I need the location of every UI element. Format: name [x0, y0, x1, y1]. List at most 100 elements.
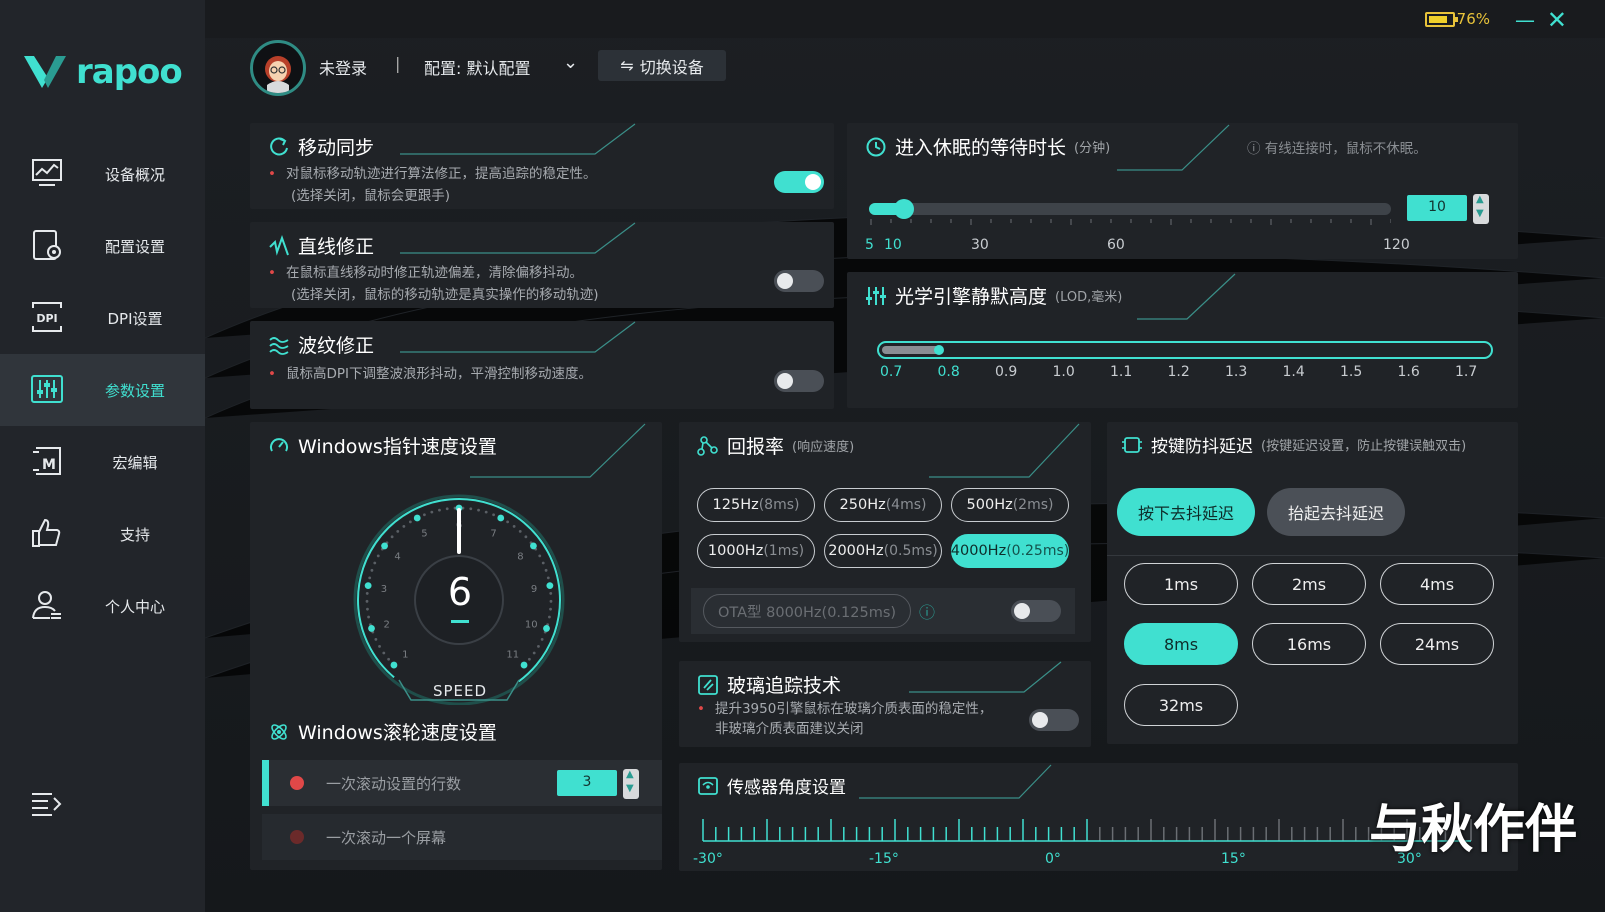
lod-tick-label[interactable]: 0.9: [995, 364, 1017, 380]
chevron-down-icon[interactable]: ⌄: [563, 52, 578, 73]
sidebar-item-overview[interactable]: 设备概况: [0, 138, 205, 210]
glass-toggle[interactable]: [1029, 709, 1079, 731]
lod-tick-label[interactable]: 1.5: [1340, 364, 1362, 380]
lod-tick-label[interactable]: 1.1: [1110, 364, 1132, 380]
dial-major-dot: [530, 542, 537, 550]
polling-8000hz-ota[interactable]: OTA型 8000Hz(0.125ms): [703, 594, 911, 628]
sidebar-item-params[interactable]: 参数设置: [0, 354, 205, 426]
dial-tick: [506, 520, 510, 524]
dial-tick: [524, 535, 528, 539]
glass-desc1: 提升3950引擎鼠标在玻璃介质表面的稳定性，: [714, 701, 993, 717]
polling-4000hz[interactable]: 4000Hz (0.25ms): [951, 534, 1069, 568]
ota-row: OTA型 8000Hz(0.125ms) ⓘ: [691, 588, 1075, 634]
minimize-icon[interactable]: —: [1515, 8, 1535, 32]
dial-major-dot: [364, 582, 372, 590]
header-slash-deco: [1137, 273, 1236, 320]
dial-tick: [408, 520, 412, 524]
avatar[interactable]: [250, 40, 306, 96]
release-debounce-button[interactable]: 抬起去抖延迟: [1267, 488, 1405, 536]
sliders-vertical-icon: [866, 286, 886, 305]
polling-500hz[interactable]: 500Hz (2ms): [951, 488, 1069, 522]
dial-tick: [549, 607, 552, 611]
dial-number: 1: [402, 650, 408, 661]
dial-tick: [374, 638, 378, 641]
wheel-lines-input[interactable]: 3: [557, 770, 617, 796]
polling-2000hz[interactable]: 2000Hz (0.5ms): [824, 534, 942, 568]
lod-tick-label[interactable]: 1.6: [1398, 364, 1420, 380]
config-icon: [33, 230, 61, 260]
ota-toggle[interactable]: [1011, 600, 1061, 622]
dial-major-dot: [368, 625, 375, 632]
header-separator: |: [395, 54, 401, 73]
sleep-value-input[interactable]: 10: [1407, 195, 1467, 221]
stepper-up-icon[interactable]: ▲: [626, 769, 634, 780]
lod-tick-label[interactable]: 1.0: [1053, 364, 1075, 380]
press-debounce-button[interactable]: 按下去抖延迟: [1117, 488, 1255, 536]
dial-number: 8: [517, 551, 523, 562]
motion-sync-toggle[interactable]: [774, 171, 824, 193]
dial-number: 10: [525, 619, 538, 630]
wheel-lines-stepper[interactable]: ▲ ▼: [623, 769, 639, 799]
stepper-up-icon[interactable]: ▲: [1476, 194, 1484, 205]
sidebar-item-label: 配置设置: [104, 237, 165, 256]
debounce-2ms[interactable]: 2ms: [1252, 563, 1366, 605]
polling-250hz[interactable]: 250Hz (4ms): [824, 488, 942, 522]
close-icon[interactable]: ✕: [1547, 6, 1567, 34]
dial-tick: [540, 638, 544, 641]
lod-tick-label[interactable]: 1.2: [1168, 364, 1190, 380]
sleep-stepper[interactable]: ▲ ▼: [1473, 194, 1489, 224]
dial-tick: [365, 592, 369, 595]
debounce-4ms[interactable]: 4ms: [1380, 563, 1494, 605]
sleep-note-text: 有线连接时，鼠标不休眠。: [1264, 141, 1427, 157]
lod-tick-label[interactable]: 1.3: [1225, 364, 1247, 380]
sleep-slider-track[interactable]: [869, 199, 1391, 219]
polling-125hz[interactable]: 125Hz (8ms): [697, 488, 815, 522]
svg-text:M: M: [42, 457, 56, 473]
motion-sync-desc: • 对鼠标移动轨迹进行算法修正，提高追踪的稳定性。 (选择关闭，鼠标会更跟手): [268, 163, 596, 207]
radio-unselected[interactable]: [290, 830, 304, 844]
dial-tick: [469, 507, 473, 511]
lod-tick-label[interactable]: 0.7: [880, 364, 902, 380]
sliders-icon: [31, 375, 63, 403]
dial-tick: [373, 561, 377, 565]
network-icon: [697, 435, 718, 456]
sleep-slider-handle[interactable]: [893, 199, 914, 219]
macro-icon: M: [33, 447, 61, 475]
debounce-1ms[interactable]: 1ms: [1124, 563, 1238, 605]
debounce-32ms[interactable]: 32ms: [1124, 684, 1238, 726]
dial-tick: [396, 529, 400, 533]
radio-selected[interactable]: [290, 776, 304, 790]
angle-tick-label: -15°: [869, 851, 899, 867]
brand-name: rapoo: [76, 52, 183, 92]
debounce-8ms[interactable]: 8ms: [1124, 623, 1238, 665]
sidebar-item-support[interactable]: 支持: [0, 498, 205, 570]
lod-slider-track[interactable]: [877, 341, 1493, 359]
login-status[interactable]: 未登录: [319, 55, 367, 79]
debounce-24ms[interactable]: 24ms: [1380, 623, 1494, 665]
collapse-menu-icon[interactable]: [30, 790, 62, 818]
sidebar-item-macro[interactable]: M 宏编辑: [0, 426, 205, 498]
lod-slider-handle[interactable]: [934, 345, 944, 355]
debounce-subtitle: (按键延迟设置，防止按键误触双击): [1261, 439, 1467, 454]
header-slash-deco: [400, 321, 636, 353]
lod-tick-label[interactable]: 1.4: [1283, 364, 1305, 380]
user-icon: [32, 591, 61, 619]
main-area: 76% — ✕ 未登录 | 配置: 默认配置 ⌄ ⇋ 切换设备 移动同步 • 对鼠…: [205, 0, 1605, 912]
dial-tick: [484, 510, 488, 514]
switch-device-button[interactable]: ⇋ 切换设备: [598, 50, 726, 81]
polling-1000hz[interactable]: 1000Hz (1ms): [697, 534, 815, 568]
wheel-screen-option[interactable]: 一次滚动一个屏幕: [262, 814, 662, 860]
config-label[interactable]: 配置: 默认配置: [424, 55, 530, 79]
sidebar-item-config[interactable]: 配置设置: [0, 210, 205, 282]
stepper-down-icon[interactable]: ▼: [1476, 208, 1484, 219]
lod-tick-label[interactable]: 0.8: [938, 364, 960, 380]
sidebar-item-profile[interactable]: 个人中心: [0, 570, 205, 642]
ripple-fix-toggle[interactable]: [774, 370, 824, 392]
stepper-down-icon[interactable]: ▼: [626, 783, 634, 794]
info-icon[interactable]: ⓘ: [919, 599, 935, 623]
debounce-16ms[interactable]: 16ms: [1252, 623, 1366, 665]
sidebar-item-dpi[interactable]: DPI DPI设置: [0, 282, 205, 354]
angle-tick-label: 15°: [1221, 851, 1246, 867]
lod-tick-label[interactable]: 1.7: [1455, 364, 1477, 380]
line-fix-toggle[interactable]: [774, 270, 824, 292]
